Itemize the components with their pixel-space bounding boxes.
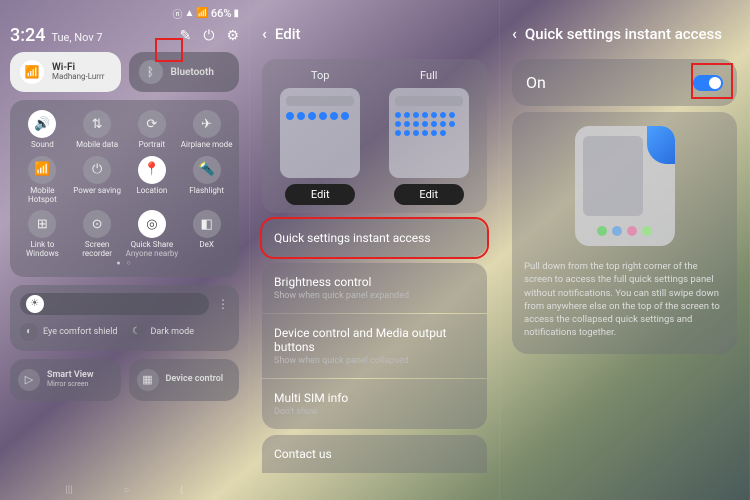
sun-icon: ☀ bbox=[26, 295, 44, 313]
moon-icon: ☾ bbox=[128, 323, 146, 341]
brightness-slider[interactable]: ☀ ⋮ bbox=[20, 293, 229, 315]
qs-tile-mobile-data[interactable]: ⇅ Mobile data bbox=[71, 110, 124, 150]
nav-back[interactable]: ⟨ bbox=[180, 485, 184, 496]
nav-recents[interactable]: ||| bbox=[65, 485, 72, 496]
qs-tile-label: Mobile data bbox=[76, 141, 118, 150]
description-text: Pull down from the top right corner of t… bbox=[524, 260, 725, 340]
qs-tile-dex[interactable]: ◧ DeX bbox=[180, 210, 233, 259]
qs-tile-label: Power saving bbox=[73, 187, 121, 196]
battery-text: 66% bbox=[211, 7, 232, 20]
qs-tile-power-saving[interactable]: ⏻ Power saving bbox=[71, 156, 124, 205]
qs-tile-icon: ⏻ bbox=[83, 156, 111, 184]
qs-tile-label: Sound bbox=[31, 141, 54, 150]
edit-full-button[interactable]: Edit bbox=[394, 184, 464, 205]
power-button[interactable]: ⏻ bbox=[203, 28, 214, 44]
qs-top-bar: 3:24 Tue, Nov 7 ✎ ⏻ ⚙ bbox=[0, 23, 249, 52]
qs-tile-icon: 📍 bbox=[138, 156, 166, 184]
back-button[interactable]: ‹ bbox=[262, 24, 267, 43]
page-title: Quick settings instant access bbox=[525, 25, 722, 43]
qs-tile-label: Airplane mode bbox=[181, 141, 233, 150]
qs-tile-icon: 🔦 bbox=[193, 156, 221, 184]
qs-tile-icon: ⊙ bbox=[83, 210, 111, 238]
qs-tile-portrait[interactable]: ⟳ Portrait bbox=[126, 110, 179, 150]
qs-tile-icon: ⇅ bbox=[83, 110, 111, 138]
edit-button[interactable]: ✎ bbox=[180, 28, 192, 44]
eye-icon: ◐ bbox=[20, 323, 38, 341]
qs-tile-icon: ⟳ bbox=[138, 110, 166, 138]
opt-contact-us[interactable]: Contact us bbox=[262, 435, 487, 473]
qs-tile-airplane-mode[interactable]: ✈ Airplane mode bbox=[180, 110, 233, 150]
opt-multi-sim-info[interactable]: Multi SIM info Don't show bbox=[262, 379, 487, 429]
bluetooth-tile-icon: ᛒ bbox=[139, 60, 163, 84]
opt-brightness-control[interactable]: Brightness control Show when quick panel… bbox=[262, 263, 487, 313]
nav-bar: ||| ○ ⟨ bbox=[0, 485, 249, 496]
qs-tile-icon: ◧ bbox=[193, 210, 221, 238]
settings-button[interactable]: ⚙ bbox=[226, 28, 239, 44]
page-title: Edit bbox=[275, 25, 301, 43]
qs-tile-label: Portrait bbox=[139, 141, 166, 150]
qs-tile-icon: 📶 bbox=[28, 156, 56, 184]
qs-tile-mobile-hotspot[interactable]: 📶 Mobile Hotspot bbox=[16, 156, 69, 205]
opt-device-media-buttons[interactable]: Device control and Media output buttons … bbox=[262, 314, 487, 378]
on-label: On bbox=[526, 73, 546, 92]
qs-tile-location[interactable]: 📍 Location bbox=[126, 156, 179, 205]
status-bar: ⓝ ▲ 📶 66% ▮ bbox=[0, 0, 249, 23]
screen-quick-panel: ⓝ ▲ 📶 66% ▮ 3:24 Tue, Nov 7 ✎ ⏻ ⚙ 📶 Wi-F… bbox=[0, 0, 250, 500]
qs-tile-label: Mobile Hotspot bbox=[16, 187, 69, 205]
clock-date[interactable]: Tue, Nov 7 bbox=[51, 31, 102, 44]
qs-tile-screen-recorder[interactable]: ⊙ Screen recorder bbox=[71, 210, 124, 259]
dark-mode-toggle[interactable]: ☾ Dark mode bbox=[128, 323, 230, 341]
nav-home[interactable]: ○ bbox=[123, 485, 129, 496]
qs-tile-label: Screen recorder bbox=[71, 241, 124, 259]
page-dots: ● ○ bbox=[16, 259, 233, 267]
qs-tile-link-to-windows[interactable]: ⊞ Link to Windows bbox=[16, 210, 69, 259]
preview-card: Pull down from the top right corner of t… bbox=[512, 112, 737, 354]
brightness-card: ☀ ⋮ ◐ Eye comfort shield ☾ Dark mode bbox=[10, 285, 239, 351]
qs-tile-label: Location bbox=[136, 187, 167, 196]
qs-tile-icon: ◎ bbox=[138, 210, 166, 238]
qs-tile-label: Quick Share Anyone nearby bbox=[126, 241, 179, 259]
qs-tile-label: Link to Windows bbox=[16, 241, 69, 259]
qs-grid-card: 🔊 Sound ⇅ Mobile data ⟳ Portrait ✈ Airplane mod… bbox=[10, 100, 239, 277]
wifi-tile-icon: 📶 bbox=[20, 60, 44, 84]
screen-qsia: ‹ Quick settings instant access On Pull … bbox=[500, 0, 750, 500]
wifi-tile[interactable]: 📶 Wi-Fi Madhang-Lurrr bbox=[10, 52, 121, 92]
eye-comfort-toggle[interactable]: ◐ Eye comfort shield bbox=[20, 323, 122, 341]
bluetooth-tile[interactable]: ᛒ Bluetooth bbox=[129, 52, 240, 92]
qs-tile-label: Flashlight bbox=[189, 187, 224, 196]
on-toggle-row[interactable]: On bbox=[512, 59, 737, 106]
layout-card: Top Edit Full Edit bbox=[262, 59, 487, 213]
clock-time[interactable]: 3:24 bbox=[10, 25, 45, 46]
layout-top-option[interactable]: Top Edit bbox=[270, 69, 371, 205]
grid-icon: ▦ bbox=[137, 369, 159, 391]
qs-tile-label: DeX bbox=[199, 241, 214, 250]
nfc-icon: ⓝ bbox=[173, 6, 183, 21]
qs-tile-quick-share[interactable]: ◎ Quick Share Anyone nearby bbox=[126, 210, 179, 259]
layout-full-option[interactable]: Full Edit bbox=[379, 69, 480, 205]
qs-tile-sound[interactable]: 🔊 Sound bbox=[16, 110, 69, 150]
toggle-switch[interactable] bbox=[693, 75, 723, 91]
preview-illustration bbox=[575, 126, 675, 246]
smart-view-button[interactable]: ▷ Smart View Mirror screen bbox=[10, 359, 121, 401]
brightness-more-icon[interactable]: ⋮ bbox=[217, 297, 229, 311]
qs-tile-icon: ⊞ bbox=[28, 210, 56, 238]
qs-tile-icon: ✈ bbox=[193, 110, 221, 138]
signal-icon: 📶 bbox=[196, 8, 208, 19]
qs-tile-flashlight[interactable]: 🔦 Flashlight bbox=[180, 156, 233, 205]
cast-icon: ▷ bbox=[18, 369, 40, 391]
battery-icon: ▮ bbox=[233, 8, 239, 19]
wifi-icon: ▲ bbox=[185, 8, 195, 19]
screen-edit: ‹ Edit Top Edit Full Edit Quic bbox=[250, 0, 500, 500]
qs-tile-icon: 🔊 bbox=[28, 110, 56, 138]
device-control-button[interactable]: ▦ Device control bbox=[129, 359, 240, 401]
edit-top-button[interactable]: Edit bbox=[285, 184, 355, 205]
opt-quick-settings-instant-access[interactable]: Quick settings instant access bbox=[262, 219, 487, 257]
back-button[interactable]: ‹ bbox=[512, 24, 517, 43]
